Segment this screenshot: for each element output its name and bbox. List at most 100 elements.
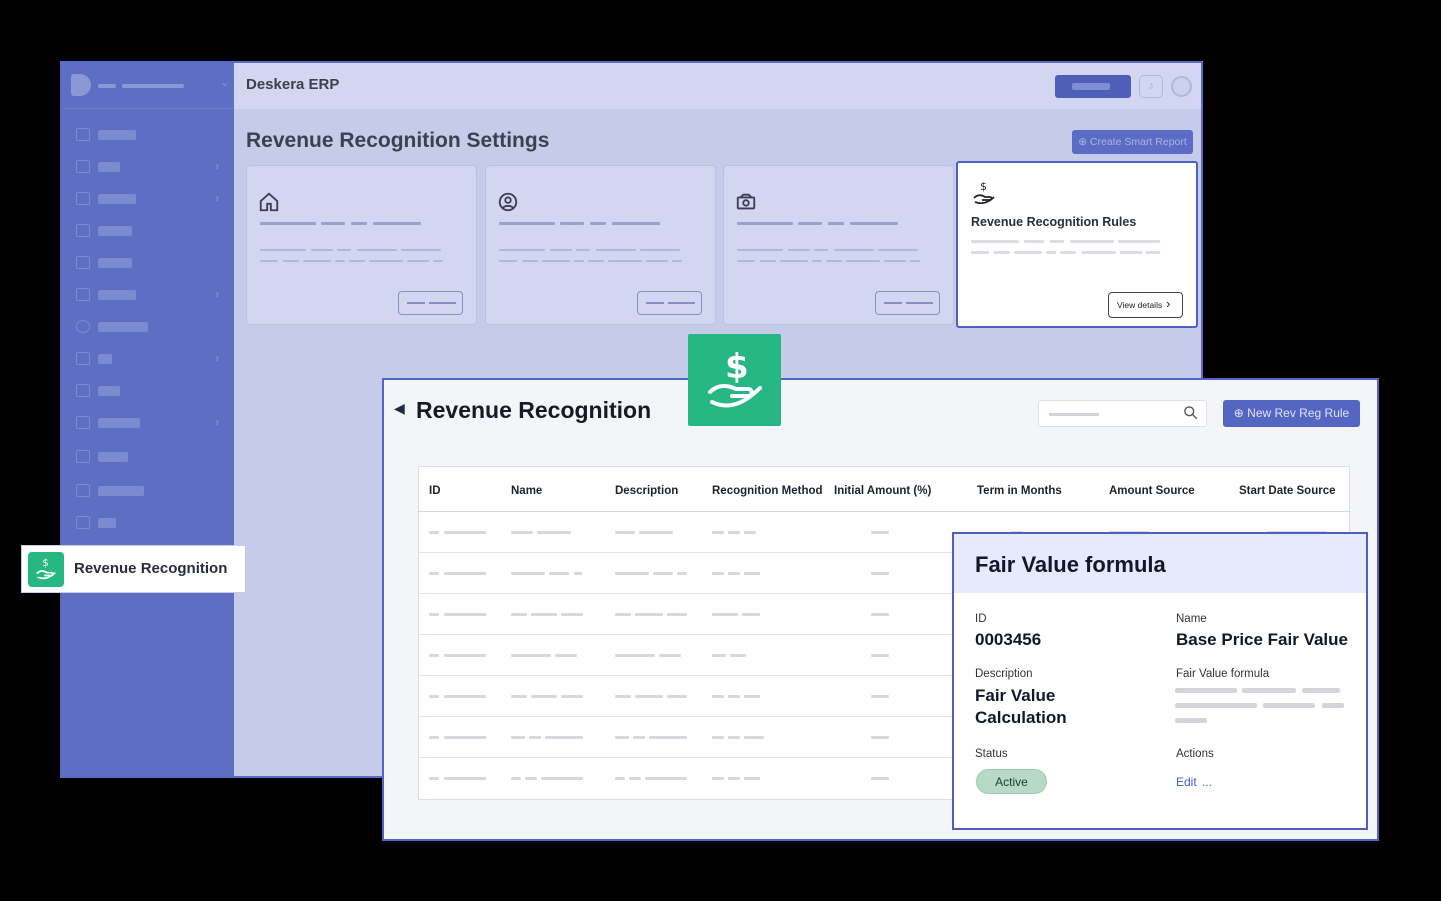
more-actions-link[interactable]: ... bbox=[1202, 775, 1212, 789]
sidebar-item-label-placeholder bbox=[98, 322, 148, 332]
cart-icon bbox=[76, 192, 90, 205]
org-name-placeholder bbox=[98, 84, 116, 88]
sidebar-item[interactable] bbox=[76, 515, 226, 531]
description-label: Description bbox=[975, 668, 1033, 680]
view-details-button[interactable]: View details › bbox=[1108, 292, 1183, 318]
sidebar-item-revenue-recognition[interactable]: $ Revenue Recognition bbox=[21, 545, 246, 593]
revenue-recognition-rules-card[interactable]: $ Revenue Recognition Rules View details… bbox=[956, 161, 1198, 328]
team-icon bbox=[76, 484, 90, 497]
book-icon bbox=[76, 224, 90, 237]
header-action-button[interactable] bbox=[1055, 75, 1131, 98]
logo-icon bbox=[71, 74, 91, 96]
avatar-icon[interactable] bbox=[1171, 76, 1192, 97]
fair-value-popup: Fair Value formula ID 0003456 Name Base … bbox=[952, 532, 1368, 830]
settings-card[interactable] bbox=[723, 165, 954, 325]
svg-text:$: $ bbox=[42, 558, 48, 569]
hand-dollar-icon: $ bbox=[28, 552, 64, 587]
chevron-right-icon: › bbox=[215, 415, 219, 429]
bell-icon[interactable]: ♪ bbox=[1139, 75, 1163, 98]
settings-card[interactable] bbox=[485, 165, 716, 325]
sidebar-item[interactable]: › bbox=[76, 191, 226, 207]
sidebar-item-label-placeholder bbox=[98, 226, 132, 236]
home-icon bbox=[258, 191, 280, 218]
sidebar-item[interactable]: › bbox=[76, 415, 226, 431]
name-value: Base Price Fair Value bbox=[1176, 630, 1348, 649]
user-circle-icon bbox=[497, 191, 519, 218]
sidebar-item[interactable]: › bbox=[76, 159, 226, 175]
column-header-initial-amount[interactable]: Initial Amount (%) bbox=[834, 485, 931, 497]
users-icon bbox=[76, 288, 90, 301]
sidebar-item-label-placeholder bbox=[98, 418, 140, 428]
sidebar-item[interactable]: › bbox=[76, 287, 226, 303]
card-action-button[interactable] bbox=[875, 291, 940, 315]
chevron-down-icon[interactable]: ⌄ bbox=[220, 76, 229, 89]
sidebar-item-label-placeholder bbox=[98, 518, 116, 528]
sidebar-item-label-placeholder bbox=[98, 452, 128, 462]
org-name-placeholder bbox=[122, 84, 184, 88]
sidebar: ⌄ › › › › › bbox=[62, 63, 234, 776]
sidebar-item[interactable] bbox=[76, 483, 226, 499]
card-title: Revenue Recognition Rules bbox=[971, 215, 1137, 229]
sidebar-item[interactable] bbox=[76, 223, 226, 239]
status-badge: Active bbox=[976, 769, 1047, 794]
view-details-label: View details bbox=[1117, 300, 1163, 310]
status-label: Status bbox=[975, 748, 1008, 760]
column-header-id[interactable]: ID bbox=[429, 485, 441, 497]
column-header-name[interactable]: Name bbox=[511, 485, 542, 497]
chevron-right-icon: › bbox=[215, 191, 219, 205]
sidebar-item-label-placeholder bbox=[98, 290, 136, 300]
search-input[interactable] bbox=[1038, 400, 1207, 427]
sidebar-item[interactable] bbox=[76, 383, 226, 399]
sidebar-item-label-placeholder bbox=[98, 130, 136, 140]
sidebar-item[interactable]: › bbox=[76, 351, 226, 367]
settings-card[interactable] bbox=[246, 165, 477, 325]
id-value: 0003456 bbox=[975, 630, 1042, 649]
column-header-term-in-months[interactable]: Term in Months bbox=[977, 485, 1062, 497]
chevron-right-icon: › bbox=[215, 287, 219, 301]
revenue-recognition-app-icon: $ bbox=[688, 334, 781, 426]
formula-label: Fair Value formula bbox=[1176, 668, 1270, 680]
card-action-button[interactable] bbox=[637, 291, 702, 315]
card-action-button[interactable] bbox=[398, 291, 463, 315]
svg-text:$: $ bbox=[980, 180, 987, 193]
popup-title: Fair Value formula bbox=[975, 552, 1166, 577]
dashboard-icon bbox=[76, 128, 90, 141]
column-header-amount-source[interactable]: Amount Source bbox=[1109, 485, 1195, 497]
printer-icon bbox=[76, 352, 90, 365]
popup-header: Fair Value formula bbox=[954, 534, 1366, 593]
sidebar-item-label: Revenue Recognition bbox=[74, 560, 228, 577]
page-title: Revenue Recognition bbox=[416, 397, 652, 423]
column-header-start-date-source[interactable]: Start Date Source bbox=[1239, 485, 1336, 497]
sidebar-item[interactable] bbox=[76, 319, 226, 335]
box-icon bbox=[76, 256, 90, 269]
app-header: Deskera ERP ♪ bbox=[234, 63, 1201, 109]
sidebar-item[interactable] bbox=[76, 255, 226, 271]
sidebar-item-label-placeholder bbox=[98, 162, 120, 172]
chevron-right-icon: › bbox=[215, 351, 219, 365]
sidebar-item-label-placeholder bbox=[98, 194, 136, 204]
edit-link[interactable]: Edit bbox=[1176, 775, 1197, 789]
actions-label: Actions bbox=[1176, 748, 1214, 760]
money-icon bbox=[735, 191, 757, 218]
sidebar-header: ⌄ bbox=[62, 63, 234, 109]
document-icon bbox=[76, 516, 90, 529]
list-icon bbox=[76, 450, 90, 463]
app-title: Deskera ERP bbox=[246, 76, 340, 93]
column-header-description[interactable]: Description bbox=[615, 485, 678, 497]
sidebar-item[interactable] bbox=[76, 127, 226, 143]
column-header-recognition-method[interactable]: Recognition Method bbox=[712, 485, 823, 497]
sidebar-item-label-placeholder bbox=[98, 354, 112, 364]
name-label: Name bbox=[1176, 613, 1207, 625]
chart-icon bbox=[76, 160, 90, 173]
search-icon[interactable] bbox=[1183, 405, 1198, 423]
page-title: Revenue Recognition Settings bbox=[246, 129, 550, 152]
sidebar-item-label-placeholder bbox=[98, 386, 120, 396]
new-rev-rule-button[interactable]: ⊕ New Rev Reg Rule bbox=[1223, 400, 1360, 427]
create-smart-report-button[interactable]: ⊕ Create Smart Report bbox=[1072, 130, 1193, 154]
caret-left-icon[interactable]: ◀ bbox=[394, 400, 405, 417]
id-label: ID bbox=[975, 613, 987, 625]
sidebar-item[interactable] bbox=[76, 449, 226, 465]
sidebar-item-label-placeholder bbox=[98, 486, 144, 496]
description-value-line2: Calculation bbox=[975, 708, 1067, 727]
description-value-line1: Fair Value bbox=[975, 686, 1056, 705]
